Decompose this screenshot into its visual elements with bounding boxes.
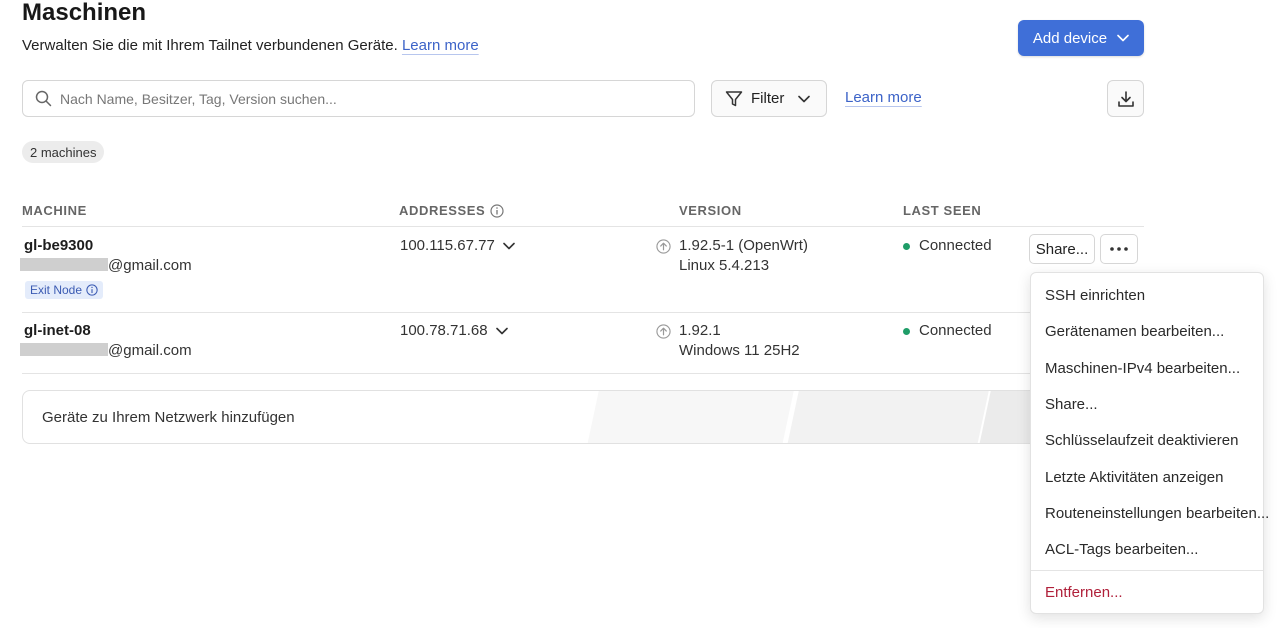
- version-cell: 1.92.1 Windows 11 25H2: [656, 321, 800, 361]
- download-icon: [1117, 90, 1134, 107]
- owner-email-suffix: @gmail.com: [108, 257, 192, 274]
- row-divider: [22, 312, 1144, 313]
- add-device-button[interactable]: Add device: [1018, 20, 1144, 56]
- column-header-machine[interactable]: MACHINE: [22, 203, 87, 218]
- search-input[interactable]: [60, 90, 680, 107]
- status-text: Connected: [919, 322, 992, 339]
- more-actions-button[interactable]: [1100, 234, 1138, 264]
- learn-more-link[interactable]: Learn more: [402, 37, 479, 54]
- status-dot: [903, 327, 910, 335]
- machine-owner: @gmail.com: [20, 256, 192, 276]
- column-header-addresses[interactable]: ADDRESSES: [399, 203, 504, 218]
- menu-item-remove[interactable]: Entfernen...: [1045, 584, 1123, 601]
- redacted-email-user: [20, 258, 108, 271]
- status-cell: Connected: [903, 321, 992, 341]
- info-icon[interactable]: [490, 203, 504, 218]
- menu-item-share[interactable]: Share...: [1045, 396, 1098, 413]
- search-field[interactable]: [22, 80, 695, 117]
- version-text: 1.92.1: [679, 322, 721, 339]
- version-text: 1.92.5-1 (OpenWrt): [679, 237, 808, 254]
- version-cell: 1.92.5-1 (OpenWrt) Linux 5.4.213: [656, 236, 808, 276]
- machines-page: Maschinen Verwalten Sie die mit Ihrem Ta…: [0, 0, 1280, 628]
- machine-owner: @gmail.com: [20, 341, 192, 361]
- exit-node-badge: Exit Node: [25, 281, 104, 299]
- share-button[interactable]: Share...: [1029, 234, 1095, 264]
- search-icon: [35, 90, 52, 107]
- menu-item-edit-routes[interactable]: Routeneinstellungen bearbeiten...: [1045, 505, 1269, 522]
- decorative-stripe: [587, 391, 794, 443]
- ip-address: 100.115.67.77: [400, 237, 495, 254]
- machine-count-badge: 2 machines: [22, 141, 105, 163]
- page-title: Maschinen: [22, 0, 147, 26]
- header-divider: [22, 226, 1144, 227]
- exit-node-label: Exit Node: [30, 283, 83, 297]
- machine-actions-menu: SSH einrichten Gerätenamen bearbeiten...…: [1030, 272, 1269, 614]
- redacted-email-user: [20, 343, 108, 356]
- filter-button[interactable]: Filter: [711, 80, 827, 117]
- add-devices-label: Geräte zu Ihrem Netzwerk hinzufügen: [42, 409, 295, 426]
- update-arrow-icon: [656, 324, 671, 339]
- download-button[interactable]: [1107, 80, 1144, 117]
- menu-item-edit-acl-tags[interactable]: ACL-Tags bearbeiten...: [1045, 541, 1198, 558]
- address-dropdown[interactable]: 100.78.71.68: [400, 321, 508, 341]
- add-devices-card[interactable]: Geräte zu Ihrem Netzwerk hinzufügen: [22, 390, 1144, 444]
- status-text: Connected: [919, 237, 992, 254]
- row-divider: [22, 373, 1144, 374]
- menu-item-edit-ipv4[interactable]: Maschinen-IPv4 bearbeiten...: [1045, 360, 1240, 377]
- more-dots-icon: [1110, 247, 1128, 251]
- menu-item-edit-name[interactable]: Gerätenamen bearbeiten...: [1045, 323, 1224, 340]
- address-dropdown[interactable]: 100.115.67.77: [400, 236, 515, 256]
- decorative-stripe: [787, 391, 989, 443]
- chevron-down-icon: [798, 95, 811, 102]
- update-arrow-icon: [656, 239, 671, 254]
- page-subtitle: Verwalten Sie die mit Ihrem Tailnet verb…: [22, 37, 479, 54]
- subtitle-text: Verwalten Sie die mit Ihrem Tailnet verb…: [22, 37, 398, 54]
- chevron-down-icon: [503, 242, 515, 250]
- column-header-last-seen[interactable]: LAST SEEN: [903, 203, 981, 218]
- machine-name[interactable]: gl-be9300: [24, 236, 93, 256]
- menu-divider: [1031, 570, 1263, 571]
- status-dot: [903, 242, 910, 250]
- ip-address: 100.78.71.68: [400, 322, 488, 339]
- status-cell: Connected: [903, 236, 992, 256]
- menu-item-recent-activity[interactable]: Letzte Aktivitäten anzeigen: [1045, 469, 1223, 486]
- chevron-down-icon: [495, 327, 508, 335]
- os-text: Windows 11 25H2: [679, 342, 800, 359]
- filter-icon: [725, 90, 743, 106]
- chevron-down-icon: [1117, 34, 1129, 42]
- menu-item-disable-key-expiry[interactable]: Schlüsselaufzeit deaktivieren: [1045, 432, 1238, 449]
- info-icon: [86, 284, 98, 296]
- machine-name[interactable]: gl-inet-08: [24, 321, 91, 341]
- os-text: Linux 5.4.213: [679, 257, 770, 274]
- add-device-label: Add device: [1032, 29, 1108, 47]
- column-header-addresses-label: ADDRESSES: [399, 203, 486, 218]
- filter-label: Filter: [751, 90, 785, 107]
- menu-item-ssh[interactable]: SSH einrichten: [1045, 287, 1145, 304]
- column-header-version[interactable]: VERSION: [679, 203, 742, 218]
- owner-email-suffix: @gmail.com: [108, 342, 192, 359]
- filter-learn-more-link[interactable]: Learn more: [845, 89, 922, 106]
